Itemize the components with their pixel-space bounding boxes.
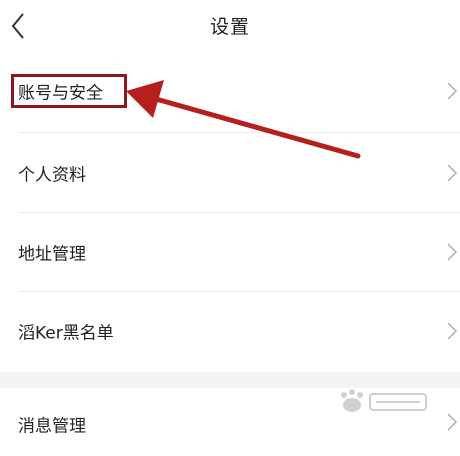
chevron-right-icon (447, 322, 458, 340)
menu-item-label: 个人资料 (18, 165, 86, 186)
baidu-jingyan-watermark (341, 389, 427, 412)
menu-item-label: 滔Ker黑名单 (18, 323, 114, 344)
chevron-right-icon (447, 164, 458, 182)
chevron-right-icon (447, 413, 458, 431)
page-title: 设置 (209, 16, 250, 38)
menu-item-label: 地址管理 (18, 244, 86, 265)
chevron-right-icon (447, 82, 458, 100)
highlight-box (11, 74, 127, 108)
menu-item-address[interactable]: 地址管理 (0, 213, 460, 291)
divider (18, 132, 460, 133)
menu-item-label: 消息管理 (18, 416, 86, 437)
chevron-right-icon (447, 243, 458, 261)
menu-item-blacklist[interactable]: 滔Ker黑名单 (0, 292, 460, 370)
menu-item-profile[interactable]: 个人资料 (0, 134, 460, 212)
header-bar: 设置 (0, 0, 460, 50)
